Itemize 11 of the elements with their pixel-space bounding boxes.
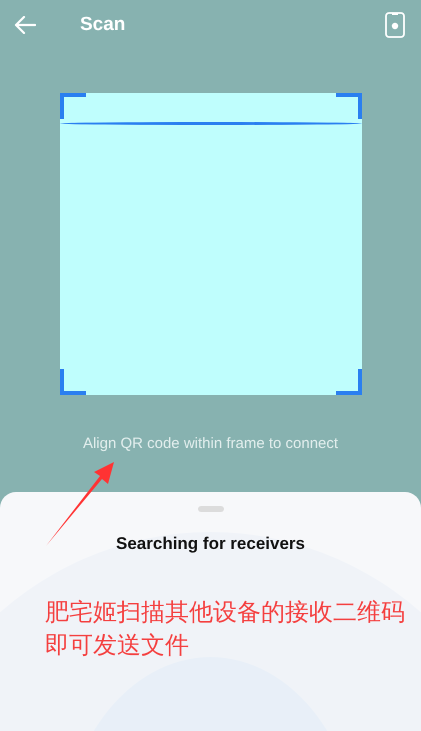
corner-mark bbox=[336, 93, 362, 119]
sheet-title: Searching for receivers bbox=[116, 534, 305, 554]
corner-mark bbox=[60, 369, 86, 395]
corner-mark bbox=[60, 93, 86, 119]
corner-mark bbox=[336, 369, 362, 395]
hint-text: Align QR code within frame to connect bbox=[82, 435, 340, 452]
drag-handle[interactable] bbox=[198, 506, 224, 512]
annotation-text: 肥宅姬扫描其他设备的接收二维码即可发送文件 bbox=[45, 598, 406, 661]
back-arrow-icon[interactable] bbox=[14, 16, 36, 34]
screen-title: Scan bbox=[80, 14, 126, 36]
phone-icon[interactable] bbox=[385, 12, 405, 38]
